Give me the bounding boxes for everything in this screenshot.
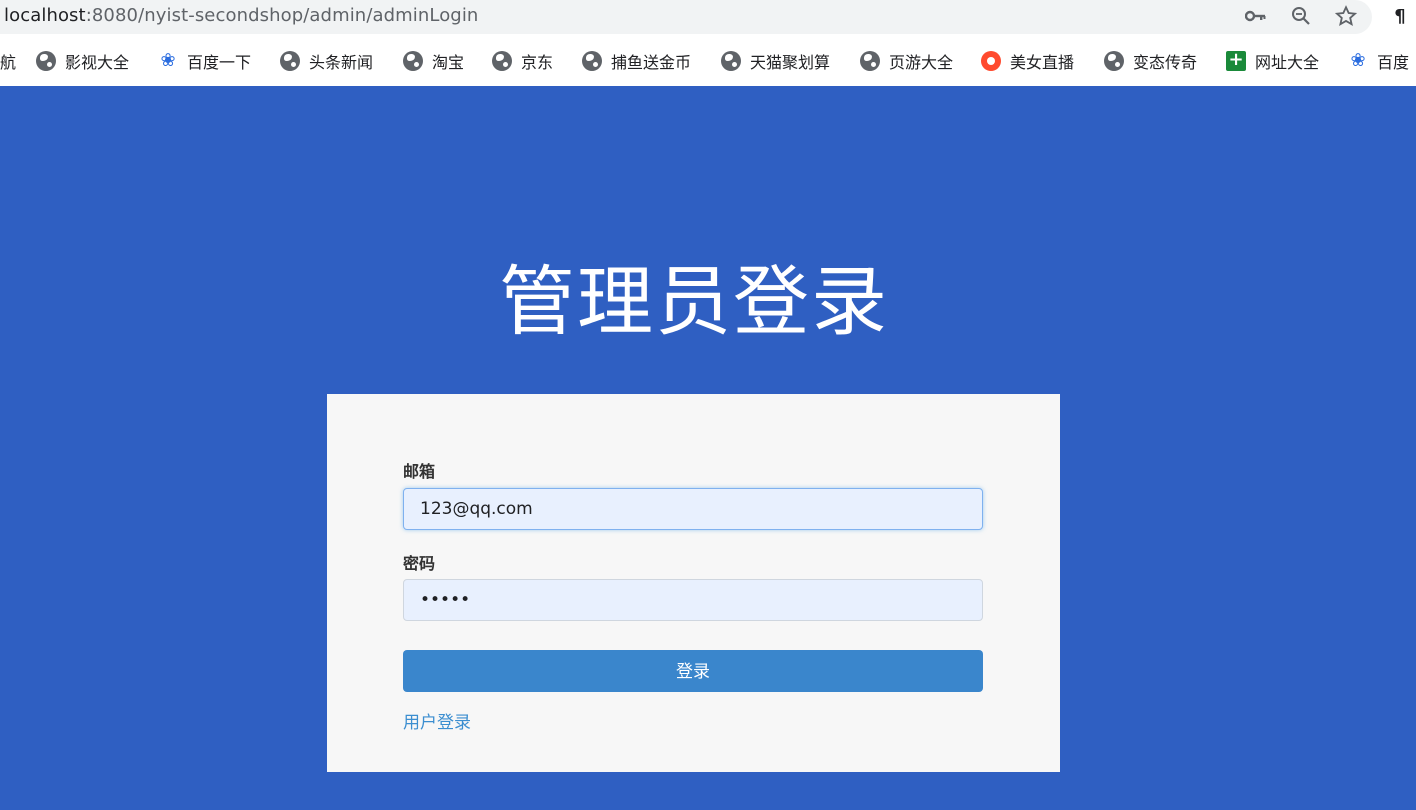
bookmark-yeyou[interactable]: 页游大全 [860, 44, 953, 78]
bookmark-label: 页游大全 [889, 53, 954, 72]
bookmark-toutiao[interactable]: 头条新闻 [280, 44, 373, 78]
login-card: 邮箱 密码 登录 用户登录 [327, 394, 1060, 772]
paw-icon: ❀ [160, 50, 176, 71]
bookmark-jd[interactable]: 京东 [492, 44, 553, 78]
browser-chrome: localhost:8080/nyist-secondshop/admin/ad… [0, 0, 1416, 86]
bookmark-baidu-2[interactable]: ❀ 百度 [1348, 44, 1409, 78]
globe-icon [36, 51, 56, 71]
bookmark-label: 捕鱼送金币 [611, 53, 692, 72]
bookmark-buyu[interactable]: 捕鱼送金币 [582, 44, 691, 78]
bookmark-label: 变态传奇 [1133, 53, 1198, 72]
bookmark-label: 百度一下 [187, 53, 252, 72]
globe-icon [721, 51, 741, 71]
pilcrow-icon[interactable]: ¶ [1388, 4, 1412, 28]
bookmark-label: 天猫聚划算 [750, 53, 831, 72]
zoom-icon[interactable] [1289, 4, 1313, 28]
grid-icon [1226, 49, 1246, 71]
address-bar[interactable]: localhost:8080/nyist-secondshop/admin/ad… [0, 0, 1372, 34]
globe-icon [492, 51, 512, 71]
paw-icon: ❀ [1350, 50, 1366, 71]
star-icon[interactable] [1334, 4, 1358, 28]
bookmark-label: 淘宝 [432, 53, 465, 72]
bookmark-label: 头条新闻 [309, 53, 374, 72]
url-path: :8080/nyist-secondshop/admin/adminLogin [85, 5, 479, 26]
bookmark-yingshi[interactable]: 影视大全 [36, 44, 129, 78]
live-icon [981, 51, 1001, 71]
url-host: localhost [4, 5, 86, 26]
bookmark-nav[interactable]: 航 [0, 44, 16, 78]
bookmarks-bar: 航 影视大全 ❀ 百度一下 头条新闻 淘宝 京东 捕鱼送金币 天猫聚划算 页游大… [0, 44, 1416, 78]
globe-icon [403, 51, 423, 71]
page-background: 管理员登录 邮箱 密码 登录 用户登录 [0, 86, 1416, 810]
bookmark-label: 网址大全 [1255, 53, 1320, 72]
email-input[interactable] [403, 488, 983, 530]
globe-icon [860, 51, 880, 71]
email-label: 邮箱 [403, 462, 436, 481]
globe-icon [582, 51, 602, 71]
bookmark-taobao[interactable]: 淘宝 [403, 44, 464, 78]
globe-icon [1104, 51, 1124, 71]
bookmark-label: 美女直播 [1010, 53, 1075, 72]
bookmark-tianmao[interactable]: 天猫聚划算 [721, 44, 830, 78]
bookmark-label: 影视大全 [65, 53, 130, 72]
password-input[interactable] [403, 579, 983, 621]
bookmark-chuanqi[interactable]: 变态传奇 [1104, 44, 1197, 78]
bookmark-wangzhi[interactable]: 网址大全 [1226, 44, 1319, 78]
bookmark-zhibo[interactable]: 美女直播 [981, 44, 1074, 78]
globe-icon [280, 51, 300, 71]
login-button[interactable]: 登录 [403, 650, 983, 692]
url-text[interactable]: localhost:8080/nyist-secondshop/admin/ad… [4, 5, 478, 27]
bookmark-baidu[interactable]: ❀ 百度一下 [158, 44, 251, 78]
key-icon[interactable] [1244, 4, 1268, 28]
user-login-link[interactable]: 用户登录 [403, 708, 471, 733]
password-label: 密码 [403, 554, 436, 573]
bookmark-label: 百度 [1377, 53, 1410, 72]
bookmark-label: 航 [0, 53, 17, 72]
page-title: 管理员登录 [499, 256, 889, 346]
bookmark-label: 京东 [521, 53, 554, 72]
